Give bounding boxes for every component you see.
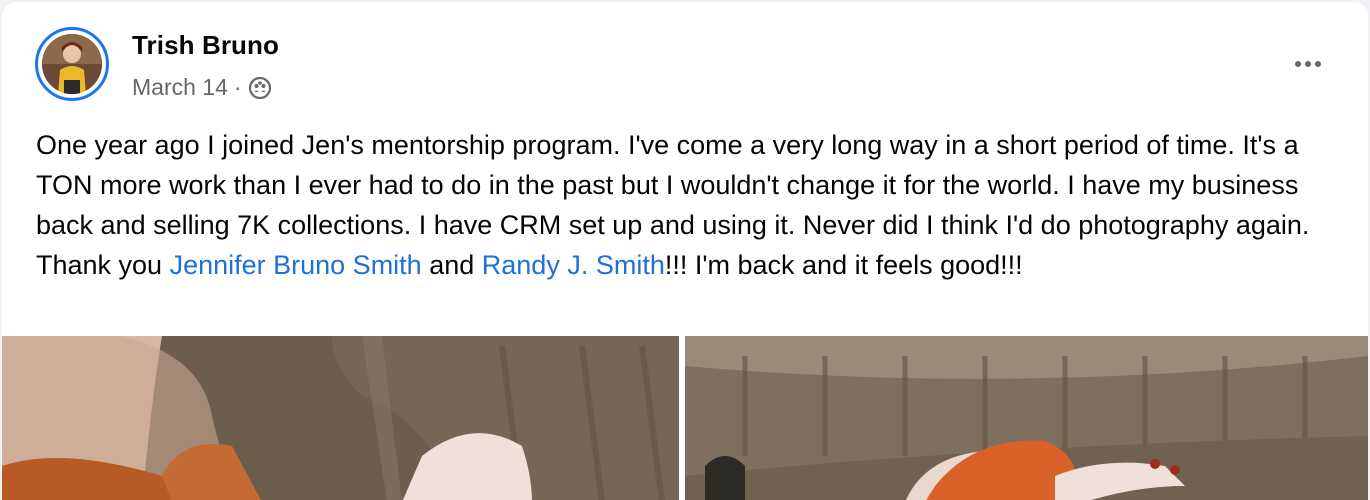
post-meta: March 14 · xyxy=(132,74,272,101)
mention-link-randy[interactable]: Randy J. Smith xyxy=(482,250,665,280)
more-options-button[interactable] xyxy=(1286,50,1330,78)
post-card: Trish Bruno March 14 · One year ago I jo… xyxy=(2,2,1368,500)
photo-grid xyxy=(2,336,1368,500)
avatar-ring[interactable] xyxy=(35,27,109,101)
friends-icon[interactable] xyxy=(248,76,272,100)
post-text-part2: and xyxy=(421,250,482,280)
author-name[interactable]: Trish Bruno xyxy=(132,30,279,61)
more-options-icon xyxy=(1294,55,1322,73)
post-header: Trish Bruno March 14 · xyxy=(2,2,1368,122)
post-photo-2[interactable] xyxy=(685,336,1368,500)
post-text-part3: !!! I'm back and it feels good!!! xyxy=(664,250,1023,280)
post-photo-1[interactable] xyxy=(2,336,679,500)
post-text: One year ago I joined Jen's mentorship p… xyxy=(36,125,1336,285)
avatar[interactable] xyxy=(42,34,102,94)
meta-separator: · xyxy=(233,74,242,100)
post-date[interactable]: March 14 xyxy=(132,74,228,101)
mention-link-jennifer[interactable]: Jennifer Bruno Smith xyxy=(170,250,422,280)
